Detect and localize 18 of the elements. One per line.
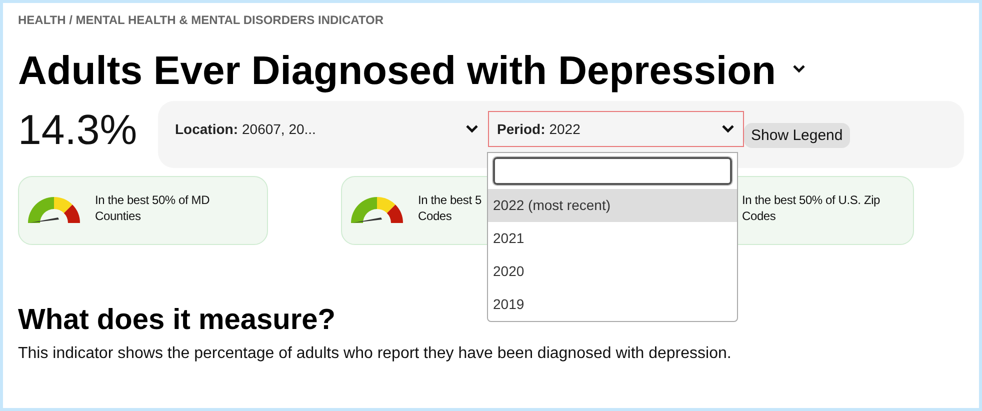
show-legend-button[interactable]: Show Legend	[744, 123, 850, 148]
dropdown-option[interactable]: 2022 (most recent)	[488, 189, 737, 222]
description-text: This indicator shows the percentage of adults who report they have been diagnosed with depression.	[18, 344, 732, 364]
card-text: In the best 5 Codes	[418, 193, 482, 224]
gauge-icon	[350, 196, 404, 224]
dropdown-option[interactable]: 2021	[488, 222, 737, 255]
card-text: In the best 50% of MD Counties	[95, 193, 210, 224]
filter-select[interactable]: Period: 2022	[488, 111, 744, 147]
gauge-icon	[27, 196, 81, 224]
section-heading: What does it measure?	[18, 303, 336, 338]
dropdown-option[interactable]: 2020	[488, 255, 737, 288]
breadcrumb: HEALTH / MENTAL HEALTH & MENTAL DISORDERS INDICATOR	[18, 12, 385, 29]
indicator-value: 14.3%	[18, 109, 138, 155]
card-text: In the best 50% of U.S. Zip Codes	[742, 193, 880, 224]
dropdown-option[interactable]: 2019	[488, 288, 737, 321]
page-title: Adults Ever Diagnosed with Depression	[18, 48, 776, 95]
search-field[interactable]	[493, 157, 732, 185]
filter-select[interactable]: Location: 20607, 20...	[166, 111, 488, 147]
